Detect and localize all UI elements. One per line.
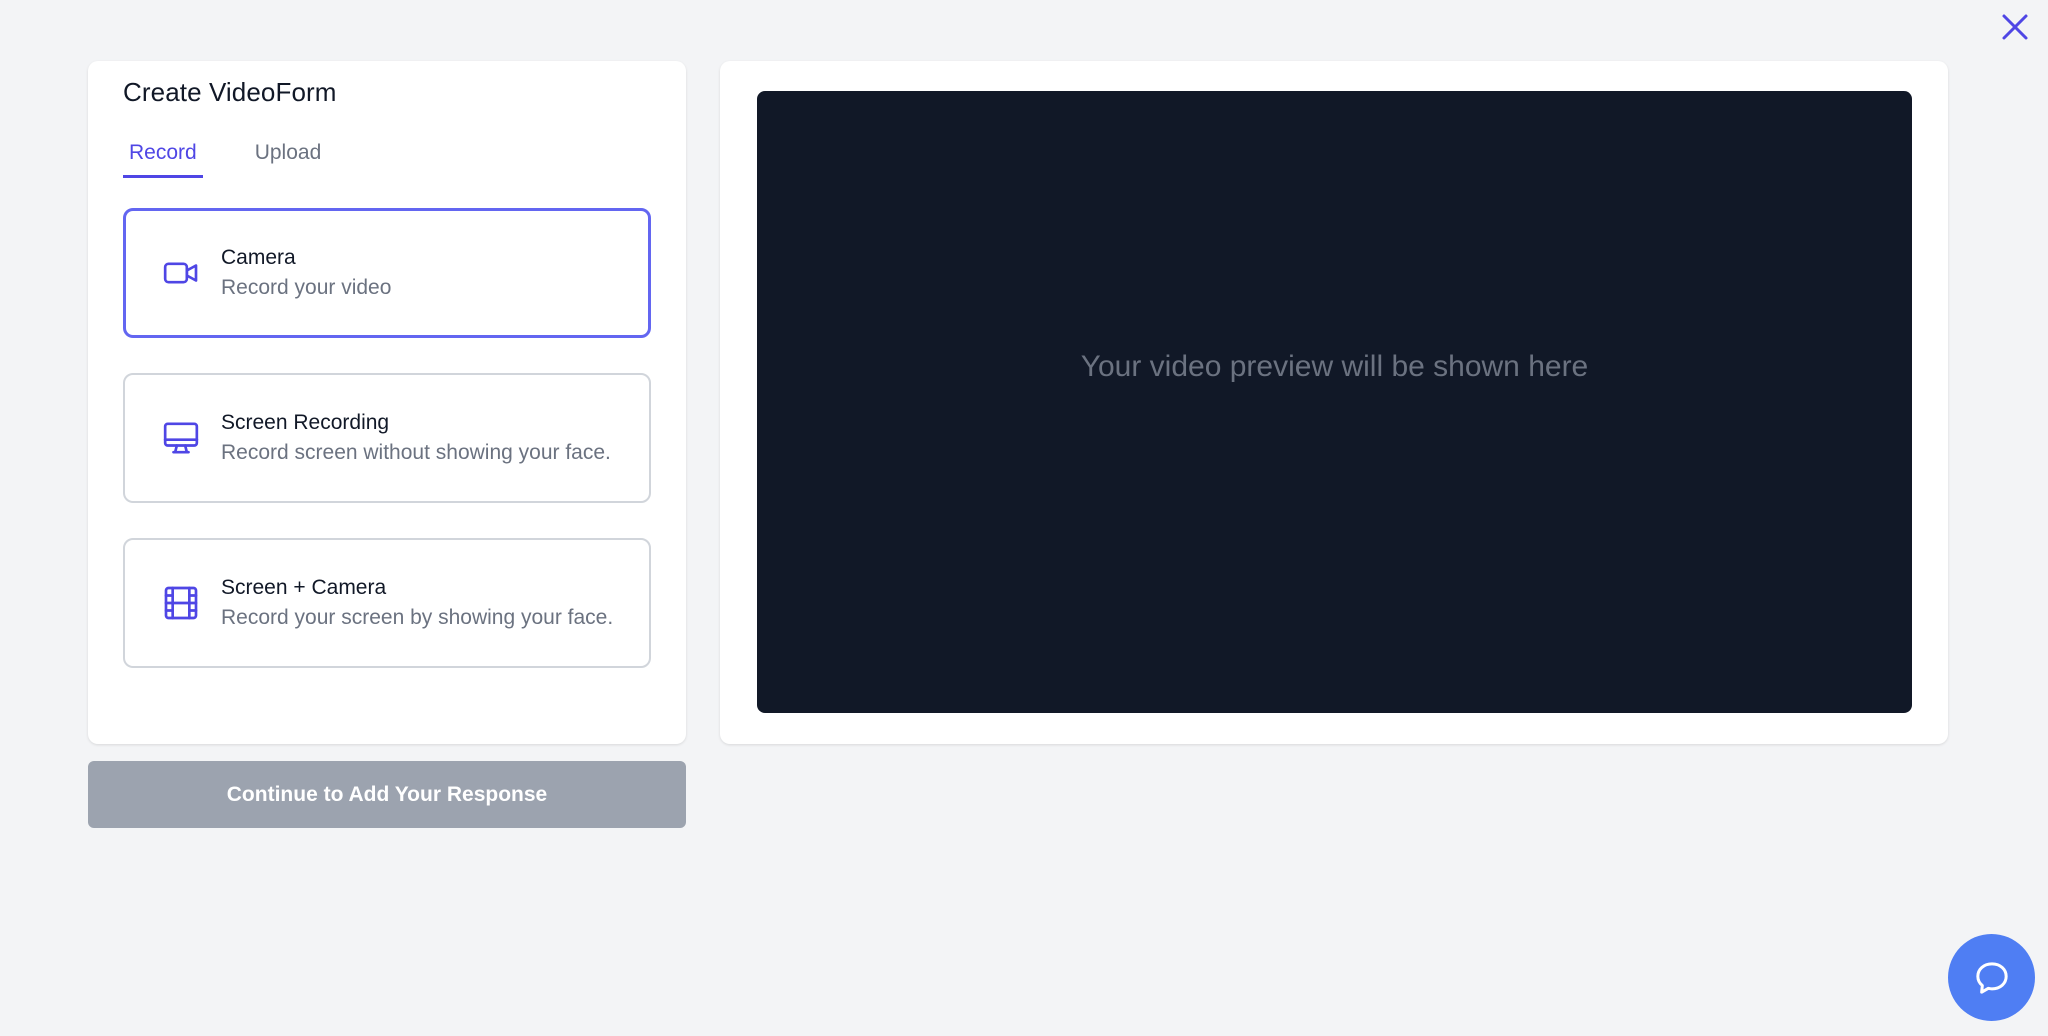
- monitor-icon: [161, 418, 201, 458]
- tab-bar: Record Upload: [123, 133, 373, 178]
- option-camera[interactable]: Camera Record your video: [123, 208, 651, 338]
- option-screen-camera-description: Record your screen by showing your face.: [221, 606, 614, 629]
- continue-button[interactable]: Continue to Add Your Response: [88, 761, 686, 828]
- option-screen-camera[interactable]: Screen + Camera Record your screen by sh…: [123, 538, 651, 668]
- option-screen-camera-title: Screen + Camera: [221, 576, 387, 599]
- close-button[interactable]: [1996, 8, 2034, 46]
- tab-upload[interactable]: Upload: [249, 133, 328, 178]
- close-icon: [2002, 14, 2028, 40]
- film-icon: [161, 583, 201, 623]
- option-screen-recording-description: Record screen without showing your face.: [221, 441, 611, 464]
- option-camera-title: Camera: [221, 246, 296, 269]
- option-screen-recording-title: Screen Recording: [221, 411, 390, 434]
- page-title: Create VideoForm: [123, 77, 337, 107]
- video-preview-placeholder: Your video preview will be shown here: [1080, 350, 1589, 383]
- option-screen-recording[interactable]: Screen Recording Record screen without s…: [123, 373, 651, 503]
- video-camera-icon: [161, 253, 201, 293]
- option-camera-description: Record your video: [221, 276, 392, 299]
- chat-support-button[interactable]: [1948, 934, 2035, 1021]
- tab-record[interactable]: Record: [123, 133, 203, 178]
- record-options-panel: Create VideoForm Record Upload Camera Re…: [88, 61, 686, 744]
- chat-bubble-icon: [1975, 961, 2008, 994]
- page: Create VideoForm Record Upload Camera Re…: [0, 0, 2048, 1036]
- preview-panel: Your video preview will be shown here: [720, 61, 1948, 744]
- video-preview: Your video preview will be shown here: [757, 91, 1912, 713]
